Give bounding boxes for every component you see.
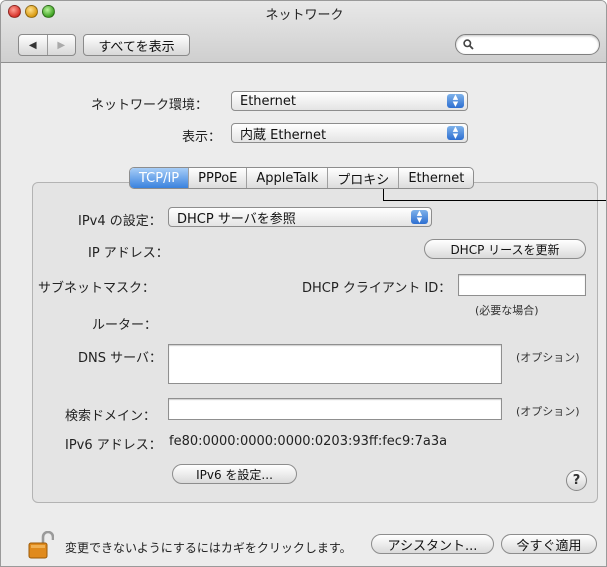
- dhcp-client-id-field[interactable]: [458, 274, 586, 296]
- forward-button[interactable]: ▶: [46, 35, 76, 55]
- callout-line: [383, 200, 606, 201]
- search-domains-field[interactable]: [168, 398, 502, 420]
- padlock-icon[interactable]: [28, 530, 55, 559]
- search-domains-hint: (オプション): [516, 405, 580, 418]
- apply-now-button[interactable]: 今すぐ適用: [501, 534, 597, 554]
- popup-arrows-icon: ▲ ▼: [447, 126, 464, 140]
- location-label: ネットワーク環境：: [91, 98, 209, 113]
- tab-tcpip[interactable]: TCP/IP: [130, 168, 189, 188]
- help-button[interactable]: ?: [566, 470, 587, 491]
- tab-appletalk[interactable]: AppleTalk: [246, 168, 327, 188]
- popup-arrows-icon: ▲ ▼: [411, 210, 428, 224]
- tab-pppoe[interactable]: PPPoE: [188, 168, 246, 188]
- search-domains-label: 検索ドメイン：: [65, 409, 157, 424]
- renew-dhcp-lease-button[interactable]: DHCP リースを更新: [424, 239, 586, 259]
- popup-arrows-icon: ▲ ▼: [447, 94, 464, 108]
- network-preferences-window: ネットワーク ◀ ▶ すべてを表示 ネットワーク環境： Ethernet ▲ ▼ …: [0, 0, 607, 567]
- magnifier-icon: [463, 39, 474, 50]
- ipv6-address-value: fe80:0000:0000:0000:0203:93ff:fec9:7a3a: [169, 434, 448, 449]
- window-title: ネットワーク: [265, 8, 344, 23]
- back-button[interactable]: ◀: [19, 35, 47, 55]
- ip-address-label: IP アドレス：: [88, 246, 169, 261]
- subnet-mask-label: サブネットマスク：: [38, 281, 156, 296]
- tab-bar: TCP/IP PPPoE AppleTalk プロキシ Ethernet: [129, 167, 475, 189]
- ipv4-config-label: IPv4 の設定：: [78, 214, 162, 229]
- back-forward-group: ◀ ▶: [18, 34, 76, 56]
- ipv4-config-popup[interactable]: DHCP サーバを参照 ▲ ▼: [168, 207, 432, 227]
- ipv4-config-value: DHCP サーバを参照: [177, 211, 296, 227]
- lock-instruction-text: 変更できないようにするにはカギをクリックします。: [65, 541, 352, 555]
- search-input[interactable]: [478, 37, 593, 52]
- dhcp-client-id-hint: (必要な場合): [475, 304, 539, 317]
- dns-server-hint: (オプション): [516, 351, 580, 364]
- router-label: ルーター：: [92, 318, 158, 333]
- show-value: 内蔵 Ethernet: [240, 127, 327, 143]
- configure-ipv6-button[interactable]: IPv6 を設定...: [172, 464, 297, 484]
- assistant-button[interactable]: アシスタント...: [371, 534, 494, 554]
- search-field[interactable]: [455, 34, 600, 55]
- tab-ethernet[interactable]: Ethernet: [398, 168, 473, 188]
- title-bar: ネットワーク ◀ ▶ すべてを表示: [1, 1, 606, 63]
- dns-server-field[interactable]: [168, 344, 502, 384]
- show-label: 表示：: [182, 130, 222, 145]
- ipv6-address-label: IPv6 アドレス：: [65, 438, 162, 453]
- location-popup[interactable]: Ethernet ▲ ▼: [231, 91, 468, 111]
- location-value: Ethernet: [240, 93, 296, 109]
- padlock-svg: [28, 530, 55, 559]
- dhcp-client-id-label: DHCP クライアント ID：: [302, 281, 452, 296]
- dns-server-label: DNS サーバ：: [78, 351, 162, 366]
- tab-content-panel: [32, 182, 598, 503]
- show-popup[interactable]: 内蔵 Ethernet ▲ ▼: [231, 123, 468, 143]
- tab-proxies[interactable]: プロキシ: [327, 168, 398, 188]
- show-all-button[interactable]: すべてを表示: [83, 34, 190, 56]
